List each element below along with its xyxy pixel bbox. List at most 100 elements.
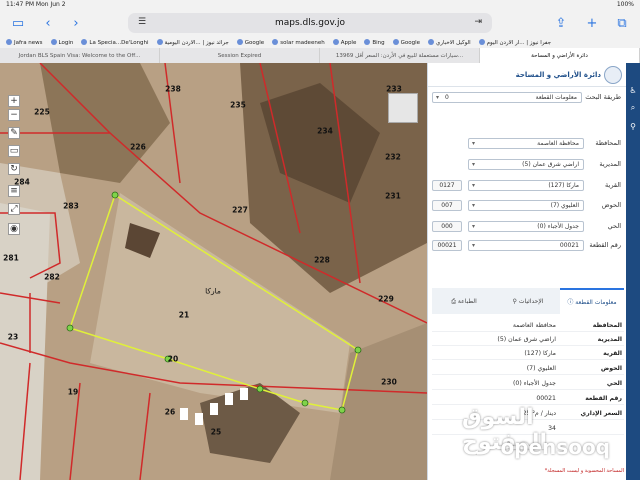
browser-tab[interactable]: Session Expired bbox=[160, 48, 320, 63]
village-select[interactable]: ماركا (127) bbox=[468, 180, 584, 191]
parcel-label: 225 bbox=[34, 107, 50, 117]
measure-icon[interactable]: ▭ bbox=[8, 145, 20, 157]
parcel-label: 234 bbox=[317, 126, 333, 136]
parcel-label: 226 bbox=[130, 142, 146, 152]
satellite-imagery bbox=[0, 63, 427, 480]
bookmark-item[interactable]: Apple bbox=[332, 39, 356, 46]
favicon-icon bbox=[364, 39, 371, 45]
browser-tab[interactable]: Jordan BLS Spain Visa: Welcome to the Of… bbox=[0, 48, 160, 63]
favicon-icon bbox=[332, 39, 339, 45]
field-row: المديرية اراضي شرق عمان (5) bbox=[428, 159, 627, 171]
status-time: 11:47 PM Mon Jun 2 bbox=[6, 1, 66, 8]
bookmark-item[interactable]: الوكيل الاخباري bbox=[428, 39, 471, 46]
share-icon[interactable]: ⇪ bbox=[553, 15, 569, 31]
basin-code-input[interactable]: 007 bbox=[432, 200, 462, 211]
parcel-label: 26 bbox=[164, 407, 176, 417]
search-method-row: طريقة البحث 0 معلومات القطعة bbox=[428, 92, 627, 104]
status-battery: 100% bbox=[616, 1, 634, 8]
area-label: ماركا bbox=[205, 286, 221, 296]
address-bar[interactable]: ☰ maps.dls.gov.jo ⇥ bbox=[128, 13, 492, 33]
parcel-label: 19 bbox=[67, 387, 79, 397]
accessibility-icon[interactable]: ♿ bbox=[628, 85, 638, 95]
tab-parcel-info[interactable]: ⓘ معلومات القطعة bbox=[560, 288, 624, 314]
bookmark-item[interactable]: Login bbox=[50, 39, 73, 46]
status-bar: 11:47 PM Mon Jun 2 100% bbox=[0, 0, 640, 9]
tab-coordinates[interactable]: ⚲ الإحداثيات bbox=[496, 288, 560, 314]
panel-title: دائرة الأراضي و المساحة bbox=[428, 63, 627, 87]
info-row: المديرية اراضي شرق عمان (5) bbox=[432, 334, 624, 346]
bookmark-item[interactable]: جرائد نيوز | ...الاردن اليومية bbox=[156, 39, 229, 46]
search-method-label: طريقة البحث bbox=[585, 93, 621, 101]
favicon-icon bbox=[392, 39, 399, 45]
layers-icon[interactable]: ≡ bbox=[8, 185, 20, 197]
info-row: رقم القطعة 00021 bbox=[432, 393, 624, 405]
bookmark-item[interactable]: Google bbox=[392, 39, 420, 46]
parcel-select[interactable]: 00021 bbox=[468, 240, 584, 251]
bookmark-item[interactable]: Bing bbox=[364, 39, 385, 46]
bookmark-item[interactable]: La Specia...De'Longhi bbox=[81, 39, 149, 46]
panel-tabs: ⓘ معلومات القطعة ⚲ الإحداثيات ⎙ الطباعة bbox=[432, 288, 624, 314]
page-menu-icon[interactable]: ☰ bbox=[138, 17, 146, 27]
print-icon: ⎙ bbox=[451, 297, 458, 305]
location-icon[interactable]: ⚲ bbox=[628, 121, 638, 131]
zoom-in-button[interactable]: + bbox=[8, 95, 20, 107]
directorate-select[interactable]: اراضي شرق عمان (5) bbox=[468, 159, 584, 170]
favicon-icon bbox=[81, 39, 88, 45]
parcel-label: 235 bbox=[230, 100, 246, 110]
reader-icon[interactable]: ⇥ bbox=[474, 17, 482, 27]
favicon-icon bbox=[478, 39, 485, 45]
favicon-icon bbox=[50, 39, 57, 45]
new-tab-icon[interactable]: + bbox=[584, 15, 600, 31]
draw-icon[interactable]: ✎ bbox=[8, 127, 20, 139]
forward-icon[interactable]: › bbox=[68, 15, 84, 31]
parcel-label: 230 bbox=[381, 377, 397, 387]
parcel-label: 232 bbox=[385, 152, 401, 162]
parcel-label: 25 bbox=[210, 427, 222, 437]
parcel-code-input[interactable]: 00021 bbox=[432, 240, 462, 251]
refresh-icon[interactable]: ↻ bbox=[8, 163, 20, 175]
parcel-label: 20 bbox=[167, 354, 179, 364]
watermark: السوق المفتوح opensooq bbox=[462, 405, 622, 475]
search-method-select[interactable]: 0 معلومات القطعة bbox=[432, 92, 582, 103]
browser-tabs: Jordan BLS Spain Visa: Welcome to the Of… bbox=[0, 48, 640, 63]
field-row: القرية 0127 ماركا (127) bbox=[428, 180, 627, 192]
watermark-latin: opensooq bbox=[500, 435, 610, 459]
fullscreen-icon[interactable]: ⤢ bbox=[8, 203, 20, 215]
sidebar-icon[interactable]: ▭ bbox=[10, 15, 26, 31]
field-row: الحي 000 جدول الأجباء (0) bbox=[428, 221, 627, 233]
info-icon: ⓘ bbox=[567, 298, 576, 306]
bookmarks-bar: Jafra news Login La Specia...De'Longhi ج… bbox=[0, 37, 640, 48]
village-code-input[interactable]: 0127 bbox=[432, 180, 462, 191]
favicon-icon bbox=[6, 39, 12, 45]
parcel-label: 21 bbox=[178, 310, 190, 320]
neighborhood-select[interactable]: جدول الأجباء (0) bbox=[468, 221, 584, 232]
parcel-label: 229 bbox=[378, 294, 394, 304]
basin-select[interactable]: العليوي (7) bbox=[468, 200, 584, 211]
neighborhood-code-input[interactable]: 000 bbox=[432, 221, 462, 232]
parcel-label: 231 bbox=[385, 191, 401, 201]
search-method-value: معلومات القطعة bbox=[535, 94, 577, 101]
zoom-out-button[interactable]: − bbox=[8, 109, 20, 121]
favicon-icon bbox=[428, 39, 435, 45]
favicon-icon bbox=[272, 39, 279, 45]
bookmark-item[interactable]: Jafra news bbox=[6, 39, 43, 46]
tool-rail: ♿ ⌕ ⚲ bbox=[626, 63, 640, 480]
browser-tab-active[interactable]: دائرة الأراضي و المساحة bbox=[480, 48, 640, 63]
back-icon[interactable]: ‹ bbox=[40, 15, 56, 31]
tab-print[interactable]: ⎙ الطباعة bbox=[432, 288, 496, 314]
locate-icon[interactable]: ◉ bbox=[8, 223, 20, 235]
bookmark-item[interactable]: جفرا نيوز | ...ار الاردن اليوم bbox=[478, 39, 551, 46]
browser-tab[interactable]: 13969 سيارات مستعملة للبيع في الأردن: ال… bbox=[320, 48, 480, 63]
tabs-overview-icon[interactable]: ⧉ bbox=[614, 15, 630, 31]
search-icon[interactable]: ⌕ bbox=[628, 103, 638, 113]
dls-logo-icon bbox=[604, 66, 622, 84]
parcel-label: 238 bbox=[165, 84, 181, 94]
overview-map[interactable] bbox=[388, 93, 418, 123]
url-text: maps.dls.gov.jo bbox=[274, 18, 346, 28]
field-row: رقم القطعة 00021 00021 bbox=[428, 240, 627, 252]
governorate-select[interactable]: محافظة العاصمة bbox=[468, 138, 584, 149]
bookmark-item[interactable]: solar madeeneh bbox=[272, 39, 325, 46]
parcel-label: 228 bbox=[314, 255, 330, 265]
map-view[interactable]: 238 235 233 225 226 234 232 231 284 283 … bbox=[0, 63, 427, 480]
bookmark-item[interactable]: Google bbox=[236, 39, 264, 46]
